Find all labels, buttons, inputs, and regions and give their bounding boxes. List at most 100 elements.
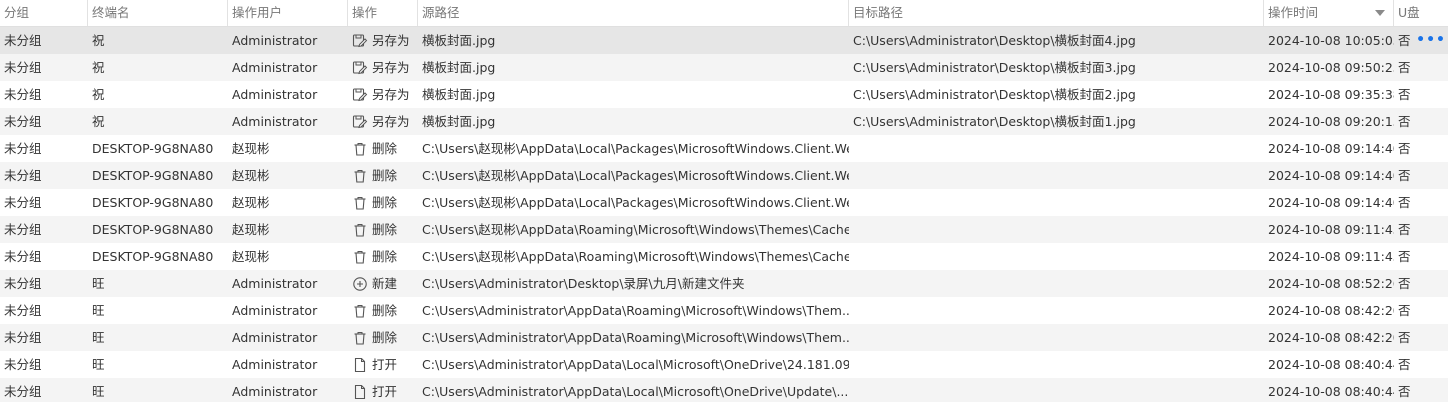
cell-op: 另存为 (348, 108, 418, 135)
save-as-icon (352, 33, 368, 49)
cell-op: 打开 (348, 378, 418, 402)
column-header-group[interactable]: 分组 (0, 0, 88, 26)
cell-terminal: 旺 (92, 303, 105, 318)
cell-user: Administrator (232, 60, 318, 75)
cell-source: C:\Users\赵现彬\AppData\Roaming\Microsoft\W… (422, 222, 849, 237)
cell-source: 横板封面.jpg (422, 60, 496, 75)
column-header-user[interactable]: 操作用户 (228, 0, 348, 26)
cell-user: Administrator (232, 114, 318, 129)
cell-terminal: 旺 (92, 276, 105, 291)
table-row[interactable]: 未分组 祝 Administrator 另存为 横板封面.jpg C:\Users\Adm… (0, 27, 1448, 54)
op-label: 删除 (372, 303, 398, 318)
column-header-target[interactable]: 目标路径 (849, 0, 1264, 26)
cell-op: 新建 (348, 270, 418, 297)
table-row[interactable]: 未分组 旺 Administrator 打开 C:\Users\Administrato… (0, 351, 1448, 378)
cell-source: C:\Users\Administrator\AppData\Local\Mic… (422, 357, 849, 372)
cell-usb: 否 (1398, 168, 1411, 183)
cell-source: C:\Users\Administrator\AppData\Roaming\M… (422, 330, 849, 345)
table-row[interactable]: 未分组 祝 Administrator 另存为 横板封面.jpg C:\Users\Adm… (0, 81, 1448, 108)
cell-time: 2024-10-08 10:05:03 (1268, 33, 1394, 48)
trash-icon (352, 168, 368, 184)
cell-target (849, 162, 1264, 189)
cell-time: 2024-10-08 09:14:40 (1268, 141, 1394, 156)
cell-user: Administrator (232, 303, 318, 318)
cell-time: 2024-10-08 09:50:23 (1268, 60, 1394, 75)
cell-usb: 否 (1398, 330, 1411, 345)
trash-icon (352, 303, 368, 319)
cell-usb: 否 (1398, 357, 1411, 372)
table-row[interactable]: 未分组 祝 Administrator 另存为 横板封面.jpg C:\Users\Adm… (0, 54, 1448, 81)
cell-time: 2024-10-08 09:20:15 (1268, 114, 1394, 129)
column-header-time[interactable]: 操作时间 (1264, 0, 1394, 26)
op-label: 删除 (372, 330, 398, 345)
save-as-icon (352, 87, 368, 103)
cell-op: 另存为 (348, 81, 418, 108)
cell-target (849, 351, 1264, 378)
column-header-terminal[interactable]: 终端名 (88, 0, 228, 26)
column-header-source[interactable]: 源路径 (418, 0, 849, 26)
table-row[interactable]: 未分组 DESKTOP-9G8NA80 赵现彬 删除 C:\Users\赵现彬\AppD… (0, 189, 1448, 216)
column-header-usb[interactable]: U盘 (1394, 0, 1448, 26)
table-row[interactable]: 未分组 旺 Administrator 删除 C:\Users\Administrato… (0, 297, 1448, 324)
cell-op: 删除 (348, 162, 418, 189)
cell-usb: 否 (1398, 87, 1411, 102)
op-label: 删除 (372, 222, 398, 237)
cell-user: Administrator (232, 276, 318, 291)
cell-group: 未分组 (4, 168, 42, 183)
op-label: 打开 (372, 384, 398, 399)
op-label: 删除 (372, 168, 398, 183)
cell-source: 横板封面.jpg (422, 33, 496, 48)
table-row[interactable]: 未分组 DESKTOP-9G8NA80 赵现彬 删除 C:\Users\赵现彬\AppD… (0, 216, 1448, 243)
cell-source: C:\Users\赵现彬\AppData\Local\Packages\Micr… (422, 141, 849, 156)
op-label: 另存为 (372, 60, 410, 75)
cell-target (849, 324, 1264, 351)
cell-time: 2024-10-08 09:14:40 (1268, 195, 1394, 210)
op-label: 新建 (372, 276, 398, 291)
cell-usb: 否 (1398, 141, 1411, 156)
cell-op: 另存为 (348, 27, 418, 54)
more-horizontal-icon[interactable]: ••• (1416, 27, 1446, 54)
cell-usb: 否 (1398, 303, 1411, 318)
table-row[interactable]: 未分组 旺 Administrator 删除 C:\Users\Administrato… (0, 324, 1448, 351)
cell-time: 2024-10-08 08:40:44 (1268, 357, 1394, 372)
cell-source: 横板封面.jpg (422, 87, 496, 102)
sort-desc-icon[interactable] (1375, 10, 1385, 16)
save-as-icon (352, 114, 368, 130)
cell-usb: 否 (1398, 195, 1411, 210)
table-row[interactable]: 未分组 旺 Administrator 打开 C:\Users\Administrato… (0, 378, 1448, 402)
op-label: 另存为 (372, 114, 410, 129)
cell-user: Administrator (232, 330, 318, 345)
cell-usb: 否 (1398, 249, 1411, 264)
cell-usb: 否 (1398, 276, 1411, 291)
cell-user: Administrator (232, 357, 318, 372)
trash-icon (352, 195, 368, 211)
cell-group: 未分组 (4, 60, 42, 75)
table-row[interactable]: 未分组 祝 Administrator 另存为 横板封面.jpg C:\Users\Adm… (0, 108, 1448, 135)
trash-icon (352, 330, 368, 346)
table-row[interactable]: 未分组 DESKTOP-9G8NA80 赵现彬 删除 C:\Users\赵现彬\AppD… (0, 243, 1448, 270)
op-label: 另存为 (372, 87, 410, 102)
cell-user: 赵现彬 (232, 222, 270, 237)
trash-icon (352, 141, 368, 157)
cell-target (849, 378, 1264, 402)
cell-target: C:\Users\Administrator\Desktop\横板封面3.jpg (853, 60, 1136, 75)
cell-time: 2024-10-08 08:40:44 (1268, 384, 1394, 399)
table-row[interactable]: 未分组 DESKTOP-9G8NA80 赵现彬 删除 C:\Users\赵现彬\AppD… (0, 162, 1448, 189)
cell-terminal: DESKTOP-9G8NA80 (92, 195, 214, 210)
column-header-op[interactable]: 操作 (348, 0, 418, 26)
op-label: 删除 (372, 195, 398, 210)
cell-source: 横板封面.jpg (422, 114, 496, 129)
cell-group: 未分组 (4, 33, 42, 48)
cell-op: 删除 (348, 216, 418, 243)
cell-group: 未分组 (4, 141, 42, 156)
table-row[interactable]: 未分组 旺 Administrator 新建 C:\Users\Administrato… (0, 270, 1448, 297)
cell-user: Administrator (232, 384, 318, 399)
cell-time: 2024-10-08 08:42:20 (1268, 303, 1394, 318)
cell-usb: 否 (1398, 222, 1411, 237)
cell-source: C:\Users\Administrator\AppData\Roaming\M… (422, 303, 849, 318)
table-row[interactable]: 未分组 DESKTOP-9G8NA80 赵现彬 删除 C:\Users\赵现彬\AppD… (0, 135, 1448, 162)
op-label: 删除 (372, 141, 398, 156)
cell-group: 未分组 (4, 195, 42, 210)
cell-user: Administrator (232, 33, 318, 48)
cell-op: 删除 (348, 324, 418, 351)
